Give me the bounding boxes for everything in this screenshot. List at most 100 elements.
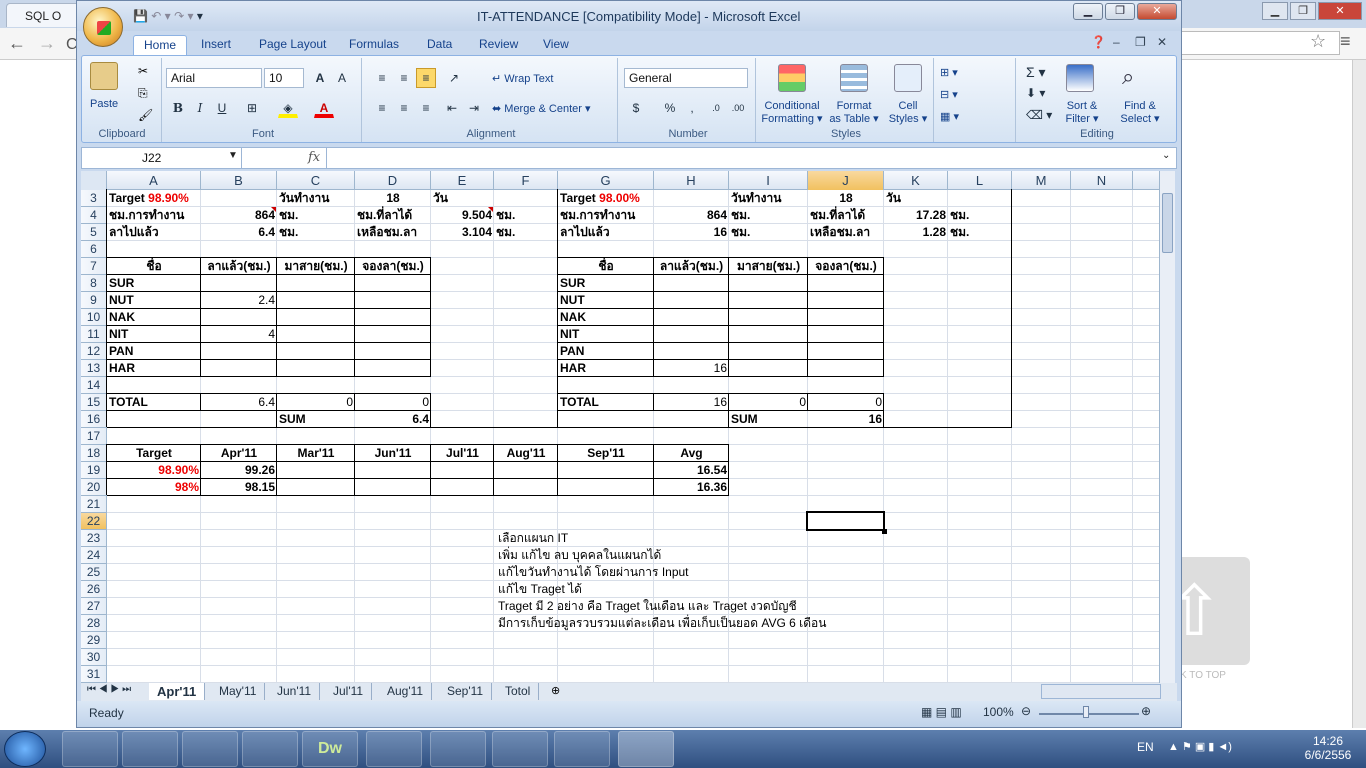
leave-hours[interactable] (201, 343, 277, 360)
table-header-hdr_name[interactable]: ชื่อ (107, 258, 201, 275)
align-center-icon[interactable]: ≡ (394, 98, 414, 118)
row-header-27[interactable]: 27 (81, 598, 107, 615)
leave-hours[interactable]: 2.4 (201, 292, 277, 309)
wrap-text-button[interactable]: ↵ Wrap Text (492, 72, 553, 85)
cell-k5[interactable]: 1.28 (884, 224, 948, 241)
workbook-close-button[interactable]: ✕ (1157, 35, 1167, 49)
row-header-16[interactable]: 16 (81, 411, 107, 428)
name-box-dropdown-icon[interactable]: ▼ (228, 150, 238, 161)
tab-formulas[interactable]: Formulas (339, 35, 409, 55)
insert-function-icon[interactable]: fx (308, 150, 320, 165)
database-icon[interactable] (242, 731, 298, 767)
font-size-combo[interactable]: 10 (264, 68, 304, 88)
cell-g3[interactable]: Target 98.00% (558, 190, 688, 207)
leave-hours[interactable]: 4 (201, 326, 277, 343)
row-header-29[interactable]: 29 (81, 632, 107, 649)
number-format-combo[interactable]: General (624, 68, 748, 88)
summary-header[interactable]: Jun'11 (355, 445, 431, 462)
horizontal-scrollbar[interactable] (1041, 684, 1161, 699)
row-header-6[interactable]: 6 (81, 241, 107, 258)
zoom-in-icon[interactable]: ⊕ (1141, 704, 1151, 718)
undo-icon[interactable]: ↶ ▾ (151, 9, 170, 23)
shrink-font-icon[interactable]: A (332, 68, 352, 88)
table-header-right-hdr_reserve[interactable]: จองลา(ชม.) (808, 258, 884, 275)
photo-viewer-icon[interactable] (554, 731, 610, 767)
column-header-m[interactable]: M (1012, 171, 1071, 190)
browser-close-button[interactable]: ✕ (1318, 2, 1362, 20)
employee-name[interactable]: NUT (107, 292, 201, 309)
row-header-15[interactable]: 15 (81, 394, 107, 411)
formula-input[interactable] (326, 148, 1178, 168)
summary-target[interactable]: 98.90% (107, 462, 201, 479)
row-header-26[interactable]: 26 (81, 581, 107, 598)
employee-name-right[interactable]: SUR (558, 275, 654, 292)
media-player-icon[interactable] (182, 731, 238, 767)
decrease-decimal-icon[interactable]: .00 (728, 98, 748, 118)
cell-styles-icon[interactable] (894, 64, 922, 92)
language-indicator[interactable]: EN (1137, 740, 1154, 754)
explorer-icon[interactable] (122, 731, 178, 767)
leave-hours-right[interactable] (654, 343, 729, 360)
summary-header[interactable]: Mar'11 (277, 445, 355, 462)
sheet-tab-sep[interactable]: Sep'11 (439, 683, 493, 700)
cell-f5[interactable]: ชม. (494, 224, 558, 241)
bold-icon[interactable]: B (168, 98, 188, 118)
total-label-right[interactable]: TOTAL (558, 394, 654, 411)
word-icon[interactable] (492, 731, 548, 767)
sum-label[interactable]: SUM (277, 411, 355, 428)
cell-b4[interactable]: 864 (201, 207, 277, 224)
cell-a3[interactable]: Target 98.90% (107, 190, 237, 207)
tab-page-layout[interactable]: Page Layout (249, 35, 336, 55)
row-header-9[interactable]: 9 (81, 292, 107, 309)
grow-font-icon[interactable]: A (310, 68, 330, 88)
clear-icon[interactable]: ⌫ ▾ (1026, 108, 1052, 122)
copy-icon[interactable]: ⎘ (138, 86, 148, 101)
format-as-table-icon[interactable] (840, 64, 868, 92)
back-arrow-icon[interactable]: ← (8, 33, 26, 54)
underline-icon[interactable]: U (212, 98, 232, 118)
table-header-right-hdr_leave[interactable]: ลาแล้ว(ชม.) (654, 258, 729, 275)
fill-handle[interactable] (882, 529, 887, 534)
cell-i4[interactable]: ชม. (729, 207, 808, 224)
menu-icon[interactable]: ≡ (1340, 31, 1351, 52)
row-header-12[interactable]: 12 (81, 343, 107, 360)
summary-apr[interactable]: 98.15 (201, 479, 277, 496)
row-header-10[interactable]: 10 (81, 309, 107, 326)
employee-name[interactable]: PAN (107, 343, 201, 360)
summary-apr[interactable]: 99.26 (201, 462, 277, 479)
sheet-nav-icon[interactable]: ⏮ ◀ ▶ ⏭ (87, 684, 131, 695)
selected-cell-j22[interactable] (806, 511, 885, 531)
note-line[interactable]: Traget มี 2 อย่าง คือ Traget ในเดือน และ… (496, 598, 876, 615)
find-select-button[interactable]: Find & Select ▾ (1110, 100, 1170, 125)
percent-style-icon[interactable]: % (660, 98, 680, 118)
row-header-13[interactable]: 13 (81, 360, 107, 377)
save-icon[interactable]: 💾 (133, 9, 148, 23)
leave-hours[interactable] (201, 275, 277, 292)
cell-c3[interactable]: วันทำงาน (277, 190, 355, 207)
utorrent-icon[interactable] (430, 731, 486, 767)
binoculars-icon[interactable]: ⌕ (1122, 64, 1134, 90)
row-header-24[interactable]: 24 (81, 547, 107, 564)
leave-hours-right[interactable] (654, 292, 729, 309)
leave-hours[interactable] (201, 360, 277, 377)
cell-styles-button[interactable]: Cell Styles ▾ (882, 100, 934, 125)
row-header-5[interactable]: 5 (81, 224, 107, 241)
clock[interactable]: 14:26 6/6/2556 (1298, 734, 1358, 762)
employee-name[interactable]: NIT (107, 326, 201, 343)
merge-center-button[interactable]: ⬌ Merge & Center ▾ (492, 102, 591, 115)
cell-h4[interactable]: 864 (654, 207, 729, 224)
align-right-icon[interactable]: ≡ (416, 98, 436, 118)
sort-filter-button[interactable]: Sort & Filter ▾ (1054, 100, 1110, 125)
font-name-combo[interactable]: Arial (166, 68, 262, 88)
column-header-l[interactable]: L (948, 171, 1012, 190)
cell-a4[interactable]: ชม.การทำงาน (107, 207, 201, 224)
orientation-icon[interactable]: ↗ (444, 68, 464, 88)
browser-scrollbar[interactable] (1352, 60, 1366, 728)
column-header-a[interactable]: A (107, 171, 201, 190)
sheet-tab-aug[interactable]: Aug'11 (379, 683, 433, 700)
cell-k4[interactable]: 17.28 (884, 207, 948, 224)
fill-color-icon[interactable]: ◈ (278, 98, 298, 118)
excel-minimize-button[interactable]: ▁ (1073, 3, 1103, 20)
cell-i3[interactable]: วันทำงาน (729, 190, 808, 207)
increase-indent-icon[interactable]: ⇥ (464, 98, 484, 118)
